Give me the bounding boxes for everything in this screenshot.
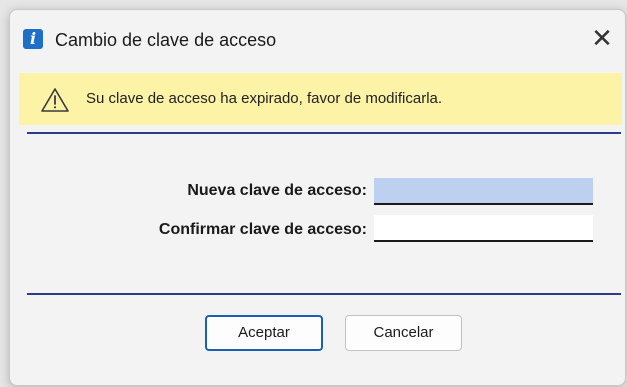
confirm-password-label: Confirmar clave de acceso: [158, 221, 367, 238]
accept-button[interactable]: Aceptar [205, 315, 323, 351]
new-password-field[interactable] [374, 178, 593, 205]
dialog-title: Cambio de clave de acceso [55, 30, 277, 50]
warning-banner: Su clave de acceso ha expirado, favor de… [19, 73, 622, 125]
title-bar[interactable]: i Cambio de clave de acceso ✕ [10, 10, 625, 66]
divider-top [27, 132, 621, 134]
new-password-label: Nueva clave de acceso: [187, 182, 367, 199]
warning-triangle-icon [41, 88, 69, 112]
info-icon: i [23, 29, 43, 49]
close-button[interactable]: ✕ [585, 24, 619, 54]
divider-bottom [27, 293, 621, 295]
warning-message: Su clave de acceso ha expirado, favor de… [86, 90, 443, 107]
cancel-button[interactable]: Cancelar [345, 315, 462, 351]
info-icon-glyph: i [29, 29, 37, 48]
password-change-dialog: i Cambio de clave de acceso ✕ Su clave d… [9, 9, 626, 386]
confirm-password-field[interactable] [374, 215, 593, 242]
